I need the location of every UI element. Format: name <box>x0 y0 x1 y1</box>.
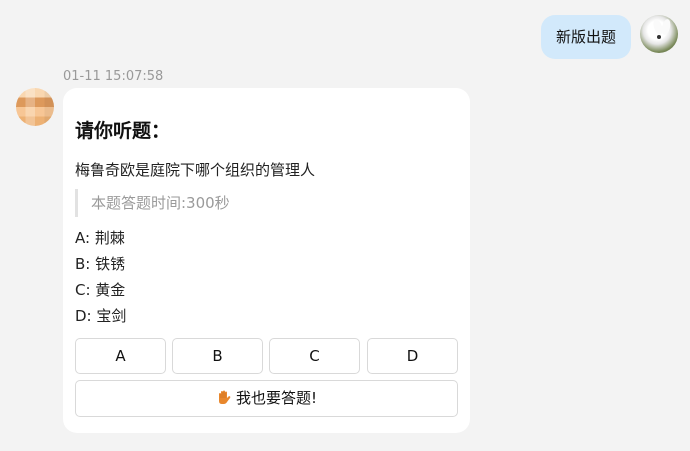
my-avatar[interactable] <box>640 15 678 53</box>
option-b: B: 铁锈 <box>75 255 126 273</box>
option-c: C: 黄金 <box>75 281 126 299</box>
join-quiz-label: 我也要答题! <box>235 389 317 407</box>
answer-c-button[interactable]: C <box>269 338 360 374</box>
bot-avatar[interactable] <box>16 88 54 126</box>
option-a: A: 荆棘 <box>75 229 125 247</box>
answer-a-button[interactable]: A <box>75 338 166 374</box>
quiz-card: 请你听题： 梅鲁奇欧是庭院下哪个组织的管理人 本题答题时间:300秒 A: 荆棘… <box>63 88 470 433</box>
answer-d-button[interactable]: D <box>367 338 458 374</box>
time-limit-note: 本题答题时间:300秒 <box>75 189 230 217</box>
option-d: D: 宝剑 <box>75 307 127 325</box>
answer-b-button[interactable]: B <box>172 338 263 374</box>
quiz-question: 梅鲁奇欧是庭院下哪个组织的管理人 <box>75 161 316 179</box>
sent-message-text: 新版出题 <box>555 28 616 46</box>
raised-hand-icon <box>218 390 231 404</box>
chat-window: 新版出题 01-11 15:07:58 请你听题： 梅鲁奇欧是庭院下哪个组织的管… <box>0 0 690 451</box>
option-list: A: 荆棘 B: 铁锈 C: 黄金 D: 宝剑 <box>75 229 126 333</box>
sent-message-bubble[interactable]: 新版出题 <box>541 15 631 59</box>
join-quiz-button[interactable]: 我也要答题! <box>75 380 458 417</box>
quiz-title: 请你听题： <box>75 120 171 142</box>
message-timestamp: 01-11 15:07:58 <box>63 69 164 84</box>
